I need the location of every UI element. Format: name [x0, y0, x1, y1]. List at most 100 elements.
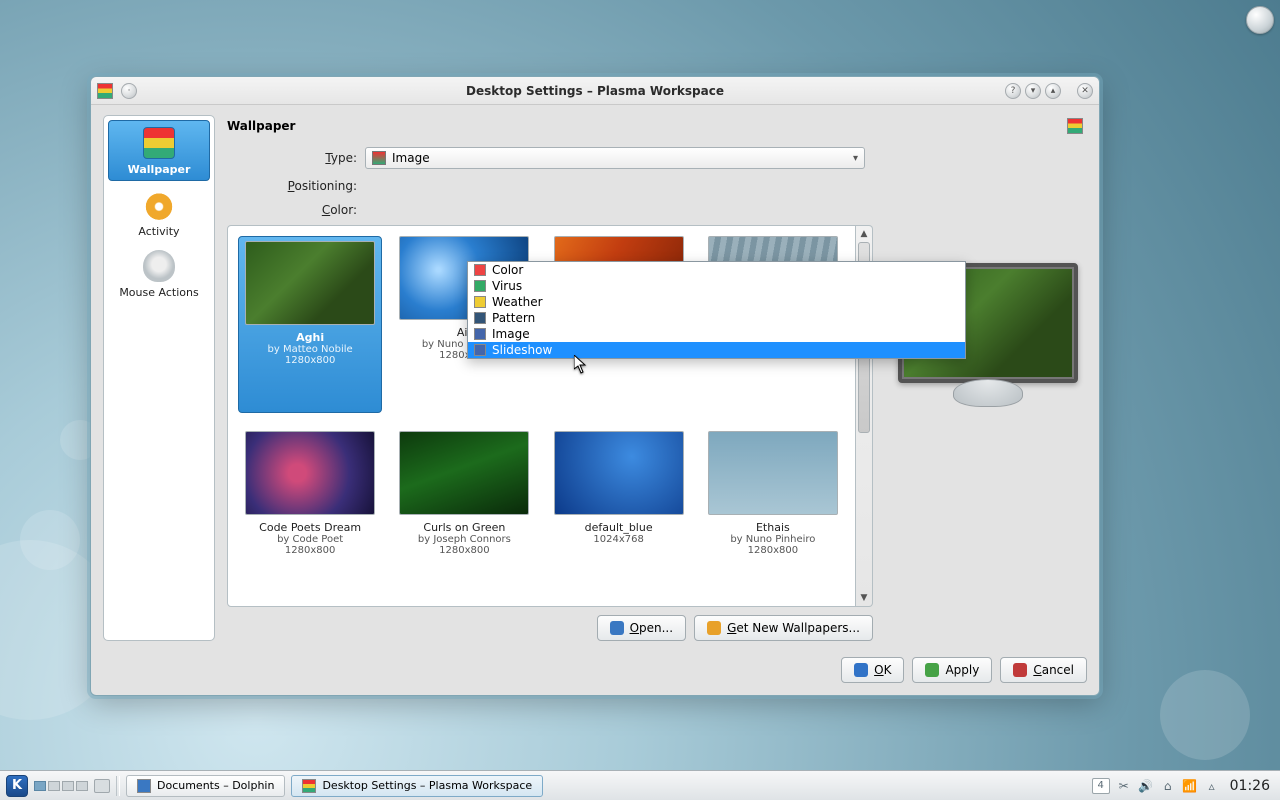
cancel-button[interactable]: Cancel	[1000, 657, 1087, 683]
type-combobox[interactable]: Image ▾	[365, 147, 865, 169]
separator	[116, 776, 120, 796]
option-icon	[474, 344, 486, 356]
ok-icon	[854, 663, 868, 677]
option-label: Virus	[492, 279, 522, 293]
section-icon	[1067, 118, 1083, 134]
mouse-icon	[143, 250, 175, 282]
option-label: Color	[492, 263, 523, 277]
type-dropdown-popup[interactable]: Color Virus Weather Pattern Image Slideshow	[467, 261, 966, 359]
wallpaper-thumbnail[interactable]: Curls on Greenby Joseph Connors1280x800	[392, 431, 536, 596]
tray-expand-icon[interactable]: ▵	[1204, 778, 1220, 794]
option-icon	[474, 264, 486, 276]
star-icon	[707, 621, 721, 635]
dropdown-option[interactable]: Color	[468, 262, 965, 278]
close-button[interactable]: ✕	[1077, 83, 1093, 99]
wallpaper-title: Ethais	[701, 521, 845, 534]
dropdown-option[interactable]: Image	[468, 326, 965, 342]
sidebar-item-label: Activity	[138, 225, 179, 238]
dropdown-option[interactable]: Slideshow	[468, 342, 965, 358]
sidebar-item-activity[interactable]: Activity	[108, 183, 210, 242]
wallpaper-title: default_blue	[547, 521, 691, 534]
open-icon	[610, 621, 624, 635]
open-button[interactable]: Open...	[597, 615, 687, 641]
option-icon	[474, 328, 486, 340]
main-panel: Wallpaper Type: Image ▾ Positioning: Col…	[227, 115, 1087, 641]
minimize-button[interactable]: ▾	[1025, 83, 1041, 99]
window-menu-button[interactable]: ·	[121, 83, 137, 99]
apply-button[interactable]: Apply	[912, 657, 992, 683]
positioning-label: Positioning:	[277, 179, 357, 193]
thumbnail-image	[245, 431, 375, 515]
wallpaper-thumbnail[interactable]: default_blue1024x768	[547, 431, 691, 596]
wallpaper-thumbnail[interactable]: Aghiby Matteo Nobile1280x800	[238, 236, 382, 413]
cancel-icon	[1013, 663, 1027, 677]
wallpaper-resolution: 1280x800	[701, 545, 845, 556]
category-sidebar: Wallpaper Activity Mouse Actions	[103, 115, 215, 641]
sidebar-item-wallpaper[interactable]: Wallpaper	[108, 120, 210, 181]
system-tray: 4 ✂ 🔊 ⌂ 📶 ▵ 01:26	[1092, 778, 1274, 794]
wallpaper-author: by Joseph Connors	[392, 534, 536, 545]
chevron-down-icon: ▾	[853, 153, 858, 164]
dropdown-option[interactable]: Virus	[468, 278, 965, 294]
sidebar-item-label: Wallpaper	[128, 163, 191, 176]
wallpaper-author: by Nuno Pinheiro	[701, 534, 845, 545]
clock[interactable]: 01:26	[1226, 778, 1274, 794]
option-label: Weather	[492, 295, 543, 309]
dialog-button-row: OK Apply Cancel	[91, 649, 1099, 695]
thumbnail-image	[245, 241, 375, 325]
task-entry-dolphin[interactable]: Documents – Dolphin	[126, 775, 285, 797]
plasma-cashew[interactable]	[1246, 6, 1274, 34]
activity-icon	[143, 189, 175, 221]
wallpaper-resolution: 1280x800	[392, 545, 536, 556]
keyboard-layout-indicator[interactable]: 4	[1092, 778, 1110, 794]
device-notifier-icon[interactable]: ⌂	[1160, 778, 1176, 794]
option-label: Image	[492, 327, 530, 341]
klipper-icon[interactable]: ✂	[1116, 778, 1132, 794]
wallpaper-thumbnail[interactable]: Code Poets Dreamby Code Poet1280x800	[238, 431, 382, 596]
volume-icon[interactable]: 🔊	[1138, 778, 1154, 794]
section-title: Wallpaper	[227, 119, 295, 133]
wallpaper-resolution: 1024x768	[547, 534, 691, 545]
sidebar-item-mouse-actions[interactable]: Mouse Actions	[108, 244, 210, 303]
dropdown-option[interactable]: Pattern	[468, 310, 965, 326]
task-entry-desktop-settings[interactable]: Desktop Settings – Plasma Workspace	[291, 775, 543, 797]
option-label: Pattern	[492, 311, 535, 325]
taskbar: K Documents – Dolphin Desktop Settings –…	[0, 770, 1280, 800]
wallpaper-title: Code Poets Dream	[238, 521, 382, 534]
image-type-icon	[372, 151, 386, 165]
settings-icon	[302, 779, 316, 793]
desktop-decor	[20, 510, 80, 570]
settings-window: · Desktop Settings – Plasma Workspace ? …	[90, 76, 1100, 696]
titlebar[interactable]: · Desktop Settings – Plasma Workspace ? …	[91, 77, 1099, 105]
color-label: Color:	[277, 203, 357, 217]
desktop-decor	[1160, 670, 1250, 760]
apply-icon	[925, 663, 939, 677]
dolphin-icon	[137, 779, 151, 793]
option-label: Slideshow	[492, 343, 552, 357]
network-icon[interactable]: 📶	[1182, 778, 1198, 794]
wallpaper-resolution: 1280x800	[238, 545, 382, 556]
dropdown-option[interactable]: Weather	[468, 294, 965, 310]
maximize-button[interactable]: ▴	[1045, 83, 1061, 99]
task-label: Documents – Dolphin	[157, 779, 274, 792]
ok-button[interactable]: OK	[841, 657, 904, 683]
wallpaper-title: Aghi	[241, 331, 379, 344]
wallpaper-author: by Code Poet	[238, 534, 382, 545]
wallpaper-thumbnail[interactable]: Ethaisby Nuno Pinheiro1280x800	[701, 431, 845, 596]
get-new-wallpapers-button[interactable]: Get New Wallpapers...	[694, 615, 873, 641]
option-icon	[474, 312, 486, 324]
scroll-up-icon[interactable]: ▲	[856, 226, 872, 242]
window-app-icon	[97, 83, 113, 99]
show-desktop-button[interactable]	[94, 779, 110, 793]
wallpaper-author: by Matteo Nobile	[241, 344, 379, 355]
sidebar-item-label: Mouse Actions	[119, 286, 198, 299]
scroll-down-icon[interactable]: ▼	[856, 590, 872, 606]
task-label: Desktop Settings – Plasma Workspace	[322, 779, 532, 792]
help-button[interactable]: ?	[1005, 83, 1021, 99]
thumbnail-image	[554, 431, 684, 515]
type-value: Image	[392, 151, 430, 165]
desktop-pager[interactable]	[34, 781, 88, 791]
option-icon	[474, 296, 486, 308]
kickoff-menu-button[interactable]: K	[6, 775, 28, 797]
wallpaper-resolution: 1280x800	[241, 355, 379, 366]
